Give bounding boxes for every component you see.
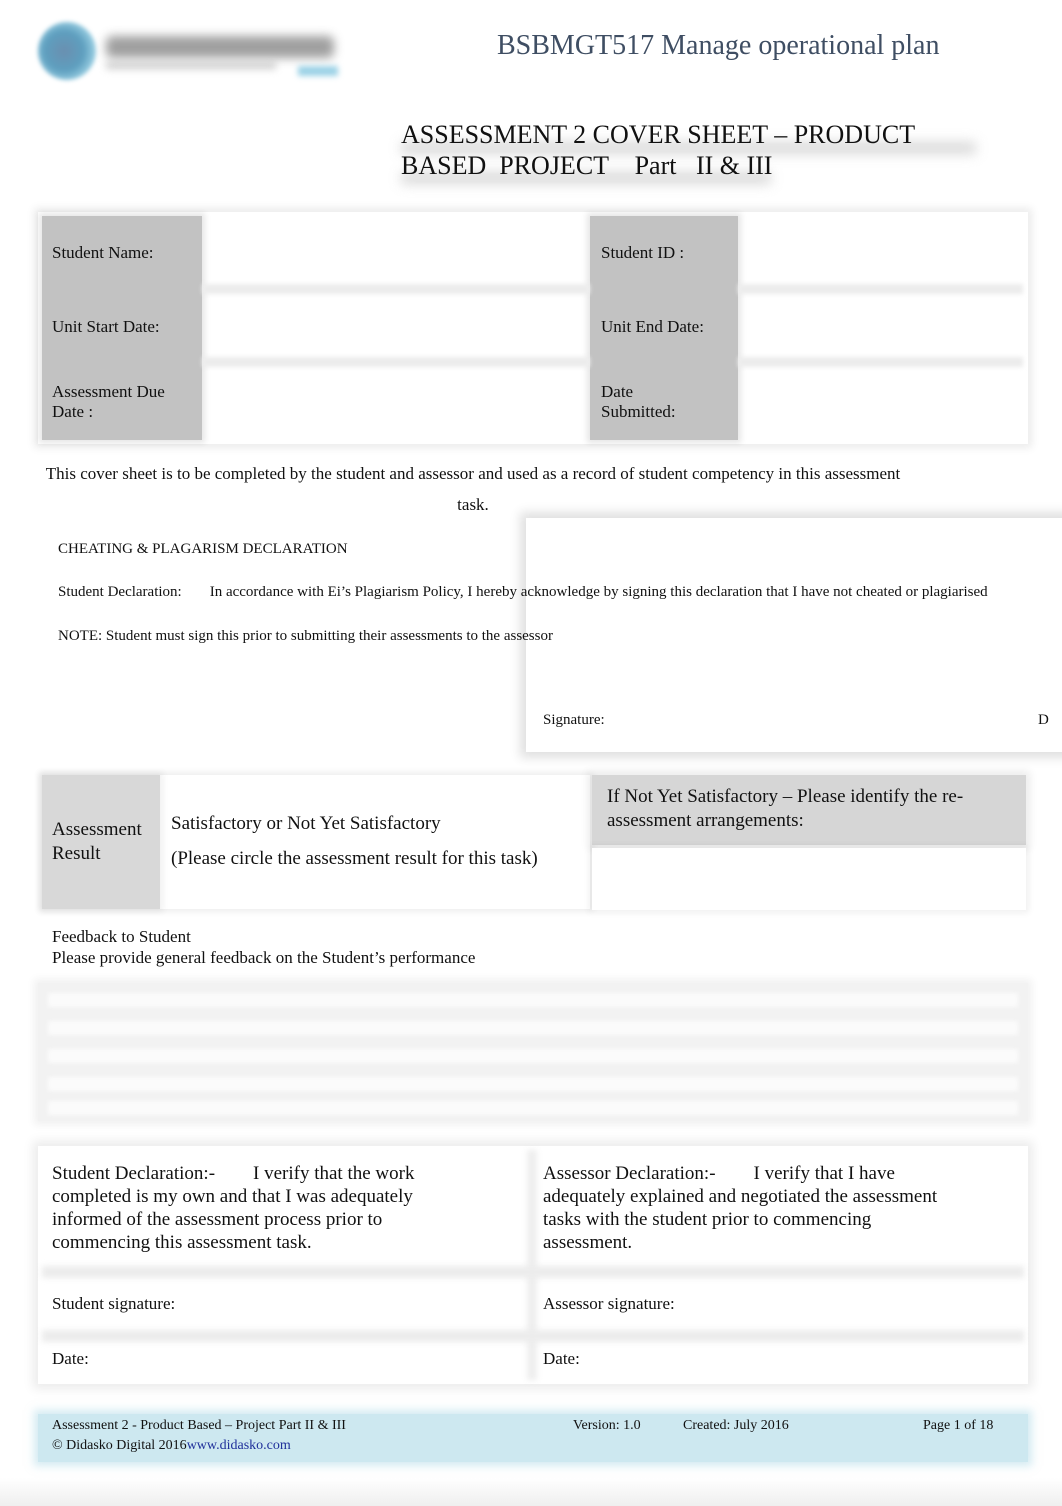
student-id-label: Student ID :	[601, 243, 685, 262]
assessment-due-date-label: Assessment Due Date :	[52, 382, 165, 422]
document-title-line-2: BASED PROJECT Part II & III	[401, 151, 773, 180]
assessment-due-date-label-line-2: Date :	[52, 402, 94, 421]
row-divider	[202, 357, 590, 367]
footer-copyright: © Didasko Digital 2016www.didasko.com	[52, 1438, 291, 1454]
feedback-line[interactable]	[48, 1077, 1018, 1091]
plagiarism-declaration-label: Student Declaration:	[58, 584, 182, 600]
footer-page-number: Page 1 of 18	[923, 1418, 994, 1433]
unit-title: BSBMGT517 Manage operational plan	[497, 30, 940, 61]
plagiarism-heading: CHEATING & PLAGARISM DECLARATION	[58, 541, 348, 557]
feedback-subtitle: Please provide general feedback on the S…	[52, 948, 476, 967]
footer-website-link[interactable]: www.didasko.com	[187, 1438, 291, 1453]
student-signature-field[interactable]	[190, 1286, 520, 1322]
logo-wordmark	[106, 36, 334, 58]
row-divider	[42, 1266, 1024, 1278]
assessor-date-field[interactable]	[592, 1342, 1020, 1376]
assessment-result-instruction: (Please circle the assessment result for…	[171, 848, 538, 869]
unit-start-date-label: Unit Start Date:	[52, 317, 160, 336]
unit-start-date-field[interactable]	[206, 296, 584, 354]
date-submitted-label-line-1: Date	[601, 382, 634, 401]
feedback-line[interactable]	[48, 993, 1018, 1007]
logo-tag	[298, 66, 338, 76]
plagiarism-declaration-text: In accordance with Ei’s Plagiarism Polic…	[209, 584, 988, 600]
assessor-signature-field[interactable]	[690, 1286, 1020, 1322]
date-submitted-field[interactable]	[742, 370, 1020, 434]
date-submitted-label-line-2: Submitted:	[601, 402, 676, 421]
feedback-title: Feedback to Student	[52, 927, 191, 946]
unit-end-date-field[interactable]	[742, 296, 1020, 354]
row-divider	[42, 1330, 1024, 1342]
reassessment-arrangements-field[interactable]	[592, 848, 1026, 910]
feedback-line[interactable]	[48, 1101, 1018, 1115]
student-signature-label: Student signature:	[52, 1294, 176, 1313]
plagiarism-declaration: Student Declaration: In accordance with E…	[58, 584, 988, 601]
assessor-signature-label: Assessor signature:	[543, 1294, 675, 1313]
assessment-result-options[interactable]: Satisfactory or Not Yet Satisfactory	[171, 813, 441, 835]
assessment-result-label-line-2: Result	[52, 843, 101, 864]
document-title: ASSESSMENT 2 COVER SHEET – PRODUCT BASED…	[401, 119, 1001, 181]
column-divider	[527, 1150, 537, 1380]
assessor-date-label: Date:	[543, 1349, 580, 1368]
feedback-section-title: Feedback to Student Please provide gener…	[52, 926, 475, 968]
page-bottom-edge	[0, 1478, 1062, 1506]
row-divider	[738, 284, 1023, 294]
document-title-line-1: ASSESSMENT 2 COVER SHEET – PRODUCT	[401, 120, 916, 149]
plagiarism-signature-label: Signature:	[543, 712, 605, 728]
assessment-due-date-label-line-1: Assessment Due	[52, 382, 165, 401]
row-divider	[202, 284, 590, 294]
logo-subtitle	[106, 62, 276, 69]
row-divider	[738, 357, 1023, 367]
footer-copyright-text: © Didasko Digital 2016	[52, 1438, 187, 1453]
student-name-field[interactable]	[206, 222, 584, 282]
assessor-declaration: Assessor Declaration:- I verify that I h…	[543, 1163, 942, 1253]
reassessment-heading: If Not Yet Satisfactory – Please identif…	[607, 786, 964, 831]
feedback-box[interactable]	[38, 983, 1028, 1121]
feedback-line[interactable]	[48, 1021, 1018, 1035]
student-date-label: Date:	[52, 1349, 89, 1368]
student-date-field[interactable]	[100, 1342, 520, 1376]
plagiarism-date-label: D	[1038, 712, 1049, 728]
footer-created: Created: July 2016	[683, 1418, 789, 1433]
student-name-label: Student Name:	[52, 243, 154, 262]
student-id-field[interactable]	[742, 222, 1020, 282]
footer-document-name: Assessment 2 - Product Based – Project P…	[52, 1418, 346, 1433]
date-submitted-label: Date Submitted:	[601, 382, 676, 422]
plagiarism-note: NOTE: Student must sign this prior to su…	[58, 628, 553, 644]
logo-globe-icon	[38, 22, 96, 80]
unit-end-date-label: Unit End Date:	[601, 317, 704, 336]
cover-sheet-note: This cover sheet is to be completed by t…	[45, 464, 901, 514]
feedback-line[interactable]	[48, 1049, 1018, 1063]
assessment-due-date-field[interactable]	[206, 370, 584, 434]
footer-version: Version: 1.0	[573, 1418, 641, 1433]
assessment-result-label-line-1: Assessment	[52, 819, 142, 840]
plagiarism-signature-field[interactable]	[620, 705, 1020, 733]
student-declaration: Student Declaration:- I verify that the …	[52, 1163, 420, 1253]
assessment-result-label: Assessment Result	[52, 818, 142, 866]
institute-logo	[38, 22, 338, 80]
